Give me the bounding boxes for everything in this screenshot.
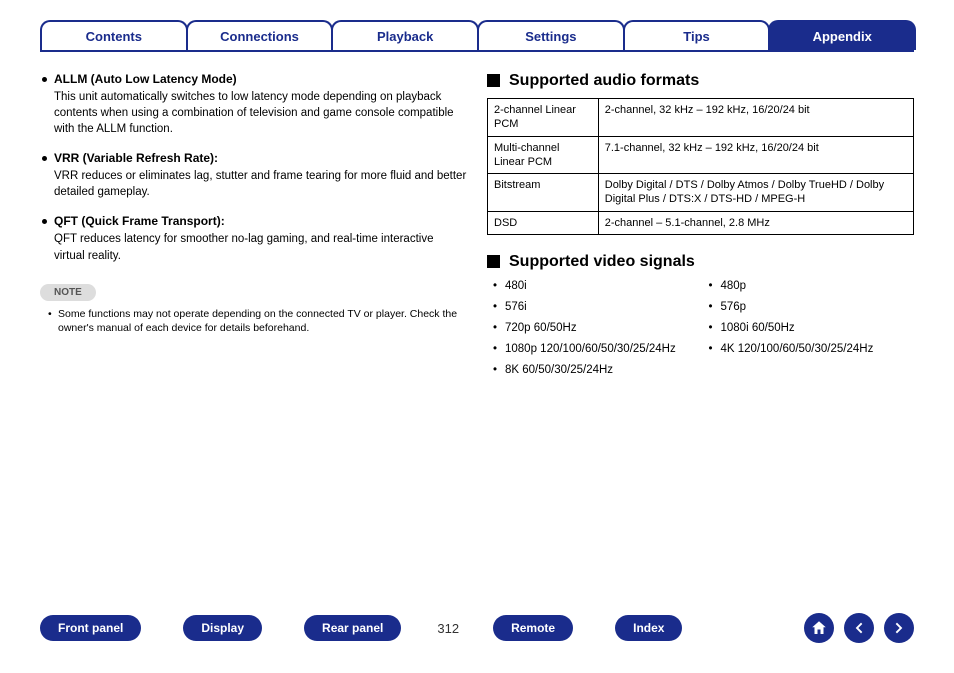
feature-desc: QFT reduces latency for smoother no-lag … (40, 231, 467, 263)
list-item: 576i (493, 300, 699, 315)
feature-vrr: VRR (Variable Refresh Rate): VRR reduces… (40, 151, 467, 200)
table-row: BitstreamDolby Digital / DTS / Dolby Atm… (488, 174, 914, 212)
list-item: 480p (709, 279, 915, 294)
feature-title: VRR (Variable Refresh Rate): (40, 151, 467, 165)
list-item: 1080p 120/100/60/50/30/25/24Hz (493, 342, 699, 357)
table-row: 2-channel Linear PCM2-channel, 32 kHz – … (488, 99, 914, 137)
prev-icon[interactable] (844, 613, 874, 643)
list-item: 8K 60/50/30/25/24Hz (493, 363, 699, 378)
pill-index[interactable]: Index (615, 615, 682, 641)
pill-rear-panel[interactable]: Rear panel (304, 615, 401, 641)
pill-front-panel[interactable]: Front panel (40, 615, 141, 641)
right-column: Supported audio formats 2-channel Linear… (487, 72, 914, 378)
top-tabs: Contents Connections Playback Settings T… (0, 0, 954, 50)
note-badge: NOTE (40, 284, 96, 301)
nav-icons (804, 613, 914, 643)
feature-desc: This unit automatically switches to low … (40, 89, 467, 137)
bottom-bar: Front panel Display Rear panel 312 Remot… (40, 613, 914, 643)
feature-title: ALLM (Auto Low Latency Mode) (40, 72, 467, 86)
video-list: 480i 480p 576i 576p 720p 60/50Hz 1080i 6… (487, 279, 914, 378)
audio-table: 2-channel Linear PCM2-channel, 32 kHz – … (487, 98, 914, 235)
tab-settings[interactable]: Settings (477, 20, 625, 50)
note-text: Some functions may not operate depending… (40, 307, 467, 335)
feature-title: QFT (Quick Frame Transport): (40, 214, 467, 228)
list-item: 1080i 60/50Hz (709, 321, 915, 336)
tab-contents[interactable]: Contents (40, 20, 188, 50)
main-content: ALLM (Auto Low Latency Mode) This unit a… (0, 52, 954, 388)
pill-display[interactable]: Display (183, 615, 262, 641)
list-item: 480i (493, 279, 699, 294)
left-column: ALLM (Auto Low Latency Mode) This unit a… (40, 72, 467, 378)
feature-allm: ALLM (Auto Low Latency Mode) This unit a… (40, 72, 467, 137)
video-heading: Supported video signals (487, 253, 914, 271)
table-row: DSD2-channel – 5.1-channel, 2.8 MHz (488, 211, 914, 234)
list-item: 720p 60/50Hz (493, 321, 699, 336)
list-item: 576p (709, 300, 915, 315)
tab-appendix[interactable]: Appendix (768, 20, 916, 50)
table-row: Multi-channel Linear PCM7.1-channel, 32 … (488, 136, 914, 174)
pill-remote[interactable]: Remote (493, 615, 573, 641)
page-number: 312 (437, 621, 459, 636)
feature-qft: QFT (Quick Frame Transport): QFT reduces… (40, 214, 467, 263)
tab-tips[interactable]: Tips (623, 20, 771, 50)
audio-heading: Supported audio formats (487, 72, 914, 90)
list-item: 4K 120/100/60/50/30/25/24Hz (709, 342, 915, 357)
home-icon[interactable] (804, 613, 834, 643)
next-icon[interactable] (884, 613, 914, 643)
tab-connections[interactable]: Connections (186, 20, 334, 50)
feature-desc: VRR reduces or eliminates lag, stutter a… (40, 168, 467, 200)
tab-playback[interactable]: Playback (331, 20, 479, 50)
